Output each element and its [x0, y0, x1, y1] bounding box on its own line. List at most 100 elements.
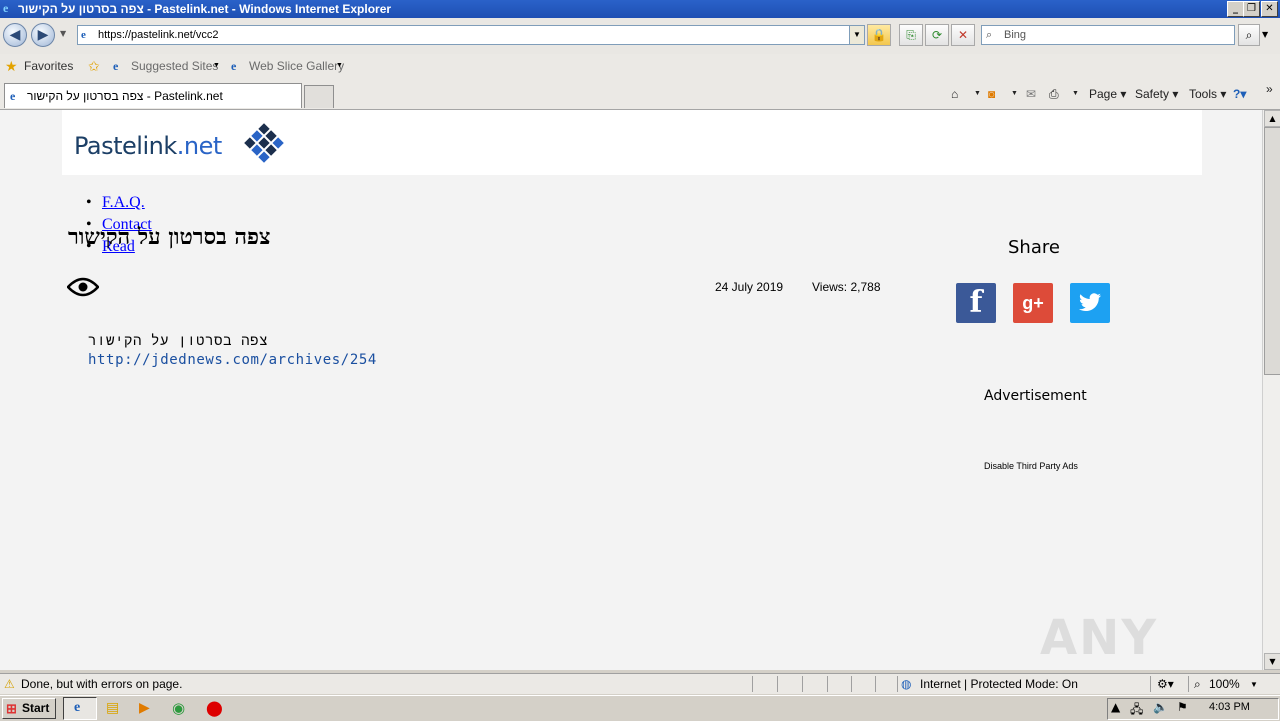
chevron-more-icon[interactable]: » — [1266, 82, 1273, 96]
paste-content: צפה בסרטון על הקישור http://jdednews.com… — [88, 332, 377, 370]
menu-item-faq: F.A.Q. — [86, 192, 152, 214]
internet-zone-icon: ◍ — [901, 677, 912, 691]
feeds-icon[interactable]: ◙ — [988, 87, 995, 101]
site-header: Pastelink.net — [62, 110, 1202, 175]
new-tab-button[interactable] — [304, 85, 334, 108]
print-dropdown-icon[interactable]: ▼ — [1072, 90, 1079, 97]
web-slice-dropdown-icon[interactable]: ▼ — [336, 62, 343, 69]
page-menu-label: Page — [1089, 87, 1118, 101]
suggested-sites-link[interactable]: Suggested Sites — [131, 59, 218, 73]
clock[interactable]: 4:03 PM — [1209, 701, 1250, 713]
disable-ads-link[interactable]: Disable Third Party Ads — [984, 461, 1078, 471]
advertisement-heading: Advertisement — [984, 388, 1087, 404]
close-window-button[interactable]: ✕ — [1261, 1, 1278, 17]
add-favorite-icon[interactable]: ✩ — [88, 58, 100, 75]
web-page: Pastelink.net F.A.Q. Contact Read צפה בס… — [0, 110, 1262, 670]
media-player-icon[interactable]: ▶ — [139, 700, 150, 716]
history-dropdown-icon[interactable]: ▼ — [60, 29, 66, 38]
action-center-flag-icon[interactable]: ⚑ — [1177, 700, 1188, 714]
window-title-bar: e צפה בסרטון על הקישור - Pastelink.net -… — [0, 0, 1280, 18]
print-icon[interactable]: ⎙ — [1049, 87, 1059, 102]
restore-button[interactable]: ❐ — [1243, 1, 1260, 17]
start-button[interactable]: ⊞ Start — [2, 698, 56, 719]
refresh-icon[interactable]: ⟳ — [925, 24, 949, 46]
logo-suffix-text: .net — [176, 132, 223, 160]
zoom-level[interactable]: 100% — [1209, 677, 1240, 691]
security-lock-icon[interactable]: 🔒 — [867, 24, 891, 46]
protected-mode-icon[interactable]: ⚙▾ — [1157, 677, 1174, 691]
suggested-sites-dropdown-icon[interactable]: ▼ — [213, 62, 220, 69]
warning-icon[interactable]: ⚠ — [4, 677, 15, 691]
vertical-scrollbar[interactable]: ▲ ▼ — [1262, 110, 1280, 670]
start-label: Start — [22, 701, 50, 715]
favorites-button[interactable]: Favorites — [24, 59, 73, 73]
logo-diamonds-icon — [244, 123, 284, 163]
search-options-icon[interactable]: ▼ — [1262, 30, 1268, 39]
tools-menu-label: Tools — [1189, 87, 1218, 101]
safety-menu[interactable]: Safety ▾ — [1135, 87, 1178, 101]
page-icon: e — [81, 29, 86, 41]
paste-content-text: צפה בסרטון על הקישור — [88, 333, 269, 349]
ie-taskbar-icon: e — [74, 700, 81, 715]
share-heading: Share — [1008, 237, 1060, 258]
read-mail-icon[interactable]: ✉ — [1026, 87, 1036, 101]
compatibility-view-icon[interactable]: ⎘ — [899, 24, 923, 46]
taskbar: ⊞ Start e ▤ ▶ ◉ ⬤ ▲ 🖧 🔈 ⚑ 4:03 PM — [0, 695, 1280, 721]
tools-menu[interactable]: Tools ▾ — [1189, 87, 1226, 101]
twitter-share-button[interactable] — [1070, 283, 1110, 323]
scroll-thumb[interactable] — [1264, 127, 1280, 375]
home-icon[interactable]: ⌂ — [951, 87, 958, 101]
feeds-dropdown-icon[interactable]: ▼ — [1011, 90, 1018, 97]
googleplus-share-button[interactable]: g+ — [1013, 283, 1053, 323]
tab-label: צפה בסרטון על הקישור - Pastelink.net — [27, 89, 223, 103]
stop-icon[interactable]: ✕ — [951, 24, 975, 46]
explorer-icon[interactable]: ▤ — [106, 700, 119, 716]
taskbar-ie-button[interactable]: e — [63, 697, 97, 720]
eye-icon — [67, 277, 99, 297]
address-url: https://pastelink.net/vcc2 — [98, 29, 219, 41]
volume-icon[interactable]: 🔈 — [1153, 700, 1168, 714]
paste-date: 24 July 2019 — [715, 280, 784, 294]
search-button[interactable]: ⌕ — [1238, 24, 1260, 46]
tray-expand-icon[interactable]: ▲ — [1111, 700, 1120, 714]
window-title: צפה בסרטון על הקישור - Pastelink.net - W… — [18, 2, 392, 16]
zoom-icon: ⌕ — [1194, 677, 1201, 691]
paste-views: Views: 2,788 — [812, 280, 881, 294]
favorites-star-icon: ★ — [5, 58, 18, 74]
security-zone-text: Internet | Protected Mode: On — [920, 677, 1078, 691]
web-slice-icon: e — [231, 59, 237, 73]
ie-logo-icon: e — [3, 1, 9, 15]
scroll-down-button[interactable]: ▼ — [1264, 653, 1280, 670]
page-menu[interactable]: Page ▾ — [1089, 87, 1126, 101]
chrome-icon[interactable]: ◉ — [172, 699, 185, 717]
help-icon[interactable]: ?▾ — [1233, 87, 1246, 101]
facebook-share-button[interactable]: f — [956, 283, 996, 323]
home-dropdown-icon[interactable]: ▼ — [974, 90, 981, 97]
tab-page-icon: e — [10, 89, 16, 103]
paste-content-link[interactable]: http://jdednews.com/archives/254 — [88, 352, 377, 368]
site-logo[interactable]: Pastelink.net — [74, 132, 222, 160]
forward-button[interactable]: ▶ — [31, 23, 55, 47]
address-bar[interactable]: e https://pastelink.net/vcc2 ▼ — [77, 25, 865, 45]
network-icon[interactable]: 🖧 — [1130, 700, 1143, 721]
alert-app-icon[interactable]: ⬤ — [206, 699, 223, 717]
faq-link[interactable]: F.A.Q. — [102, 194, 145, 211]
favorites-bar: ★ Favorites ✩ e Suggested Sites ▼ e Web … — [0, 54, 1280, 80]
tab-bar: e צפה בסרטון על הקישור - Pastelink.net ⌂… — [0, 80, 1280, 110]
web-slice-gallery-link[interactable]: Web Slice Gallery — [249, 59, 344, 73]
scroll-up-button[interactable]: ▲ — [1264, 110, 1280, 127]
windows-logo-icon: ⊞ — [6, 701, 17, 716]
zoom-dropdown-icon[interactable]: ▼ — [1250, 680, 1258, 689]
minimize-button[interactable]: _ — [1227, 1, 1244, 17]
safety-menu-label: Safety — [1135, 87, 1170, 101]
address-dropdown-icon[interactable]: ▼ — [849, 26, 864, 44]
navigation-bar: ◀ ▶ ▼ e https://pastelink.net/vcc2 ▼ 🔒 ⎘… — [0, 18, 1280, 54]
suggested-sites-icon: e — [113, 59, 119, 73]
search-provider-icon: ⌕ — [986, 29, 993, 41]
back-button[interactable]: ◀ — [3, 23, 27, 47]
tab-pastelink[interactable]: e צפה בסרטון על הקישור - Pastelink.net — [4, 83, 302, 108]
anyrun-watermark: ANY RUN — [1040, 610, 1160, 670]
status-message: Done, but with errors on page. — [21, 677, 183, 691]
status-bar: ⚠ Done, but with errors on page. ◍ Inter… — [0, 673, 1280, 694]
search-input[interactable]: ⌕ Bing — [981, 25, 1235, 45]
